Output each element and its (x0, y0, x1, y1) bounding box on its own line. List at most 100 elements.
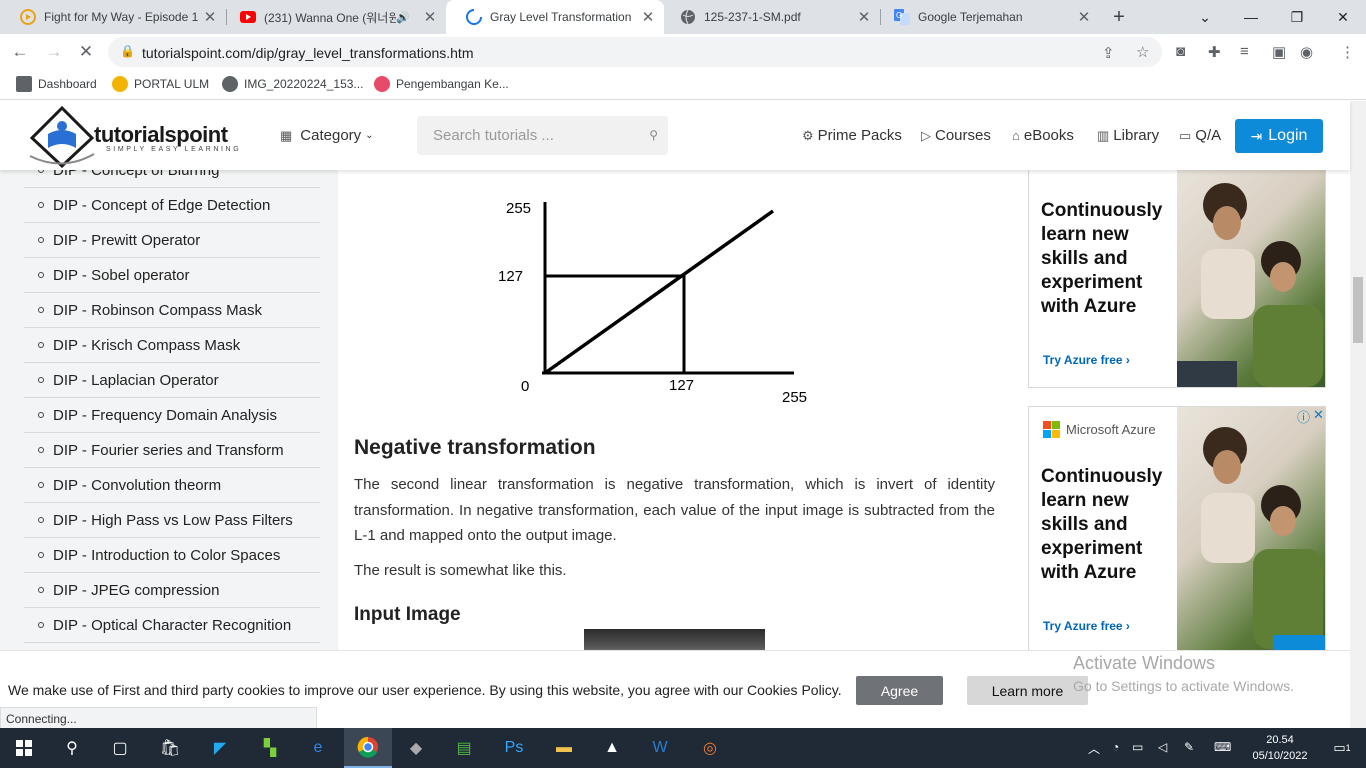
sidebar-item-fourier[interactable]: DIP - Fourier series and Transform (24, 433, 320, 468)
sidebar-item-laplacian[interactable]: DIP - Laplacian Operator (24, 363, 320, 398)
camera-icon[interactable]: ◙ (1176, 43, 1185, 60)
vscode-icon[interactable]: ◤ (196, 728, 244, 768)
app-green-icon[interactable]: ▚ (246, 728, 294, 768)
close-tab-icon[interactable]: ✕ (200, 8, 220, 26)
chrome-taskbar-icon[interactable] (344, 728, 392, 768)
sidebar-item-color-spaces[interactable]: DIP - Introduction to Color Spaces (24, 538, 320, 573)
photos-icon[interactable]: ▲ (588, 728, 636, 768)
notification-center-button[interactable]: ▭ 1 (1318, 728, 1366, 768)
cookie-message: We make use of First and third party coo… (8, 682, 842, 698)
bookmark-portal-ulm[interactable]: PORTAL ULM (112, 76, 209, 92)
extensions-icon[interactable]: ✚ (1208, 43, 1221, 61)
edge-icon[interactable]: e (294, 728, 342, 768)
site-header: tutorialspoint SIMPLY EASY LEARNING ▦ Ca… (0, 101, 1350, 170)
try-azure-link[interactable]: Try Azure free › (1043, 353, 1130, 367)
close-tab-icon[interactable]: ✕ (1074, 8, 1094, 26)
new-tab-button[interactable]: + (1106, 6, 1132, 28)
store-icon[interactable]: 🛍 (146, 728, 194, 768)
learn-more-button[interactable]: Learn more (967, 676, 1088, 705)
forward-button[interactable]: → (40, 38, 68, 66)
back-button[interactable]: ← (6, 38, 34, 66)
login-button[interactable]: ⇥ Login (1235, 119, 1323, 153)
word-icon[interactable]: W (636, 728, 684, 768)
side-panel-icon[interactable]: ▣ (1272, 43, 1286, 61)
sidebar-item-sobel[interactable]: DIP - Sobel operator (24, 258, 320, 293)
sidebar-item-edge-detection[interactable]: DIP - Concept of Edge Detection (24, 188, 320, 223)
sidebar-item-frequency-domain[interactable]: DIP - Frequency Domain Analysis (24, 398, 320, 433)
search-icon[interactable]: ⚲ (649, 128, 658, 142)
azure-ad-2[interactable]: Microsoft Azure ⓘ ✕ Continuously learn n… (1028, 406, 1326, 650)
scrollbar-thumb[interactable] (1353, 277, 1363, 343)
sidebar-item-jpeg[interactable]: DIP - JPEG compression (24, 573, 320, 608)
close-tab-icon[interactable]: ✕ (638, 8, 658, 26)
sidebar-item-high-low-pass[interactable]: DIP - High Pass vs Low Pass Filters (24, 503, 320, 538)
pen-icon[interactable]: ✎ (1184, 740, 1194, 754)
tab-search-button[interactable]: ⌄ (1182, 0, 1228, 34)
azure-ad-1[interactable]: Continuously learn new skills and experi… (1028, 170, 1326, 388)
x-end-label: 255 (782, 389, 807, 406)
photoshop-icon[interactable]: Ps (490, 728, 538, 768)
tab-fight-for-my-way[interactable]: Fight for My Way - Episode 1 ✕ (0, 0, 226, 34)
audio-playing-icon[interactable]: 🔊 (396, 11, 410, 24)
spreadsheet-icon[interactable]: ▤ (440, 728, 488, 768)
network-icon[interactable]: ◔ (1112, 740, 1119, 754)
nav-prime-packs[interactable]: ⚙ Prime Packs (802, 127, 902, 144)
sidebar-item-ocr[interactable]: DIP - Optical Character Recognition (24, 608, 320, 643)
stop-loading-button[interactable]: ✕ (72, 38, 100, 66)
paragraph-result: The result is somewhat like this. (354, 562, 567, 579)
page-scrollbar[interactable] (1350, 101, 1366, 728)
bookmark-pengembangan[interactable]: Pengembangan Ke... (374, 76, 509, 92)
bookmark-dashboard[interactable]: Dashboard (16, 76, 97, 92)
tab-google-translate[interactable]: G Google Terjemahan ✕ (874, 0, 1100, 34)
file-explorer-icon[interactable]: ▬ (540, 728, 588, 768)
tab-gray-level-transformation[interactable]: Gray Level Transformation ✕ (446, 0, 664, 34)
sidebar-item-prewitt[interactable]: DIP - Prewitt Operator (24, 223, 320, 258)
nav-qa[interactable]: ▭ Q/A (1179, 127, 1221, 144)
battery-icon[interactable]: ▭ (1132, 740, 1143, 754)
profile-icon[interactable]: ◉ (1300, 43, 1313, 61)
task-view-button[interactable]: ▢ (96, 728, 144, 768)
search-box[interactable]: ⚲ (417, 116, 668, 155)
restore-button[interactable]: ❐ (1274, 0, 1320, 34)
app-dark-icon[interactable]: ◆ (392, 728, 440, 768)
tab-pdf[interactable]: 125-237-1-SM.pdf ✕ (660, 0, 880, 34)
tray-chevron-icon[interactable]: ︿ (1088, 740, 1100, 757)
bookmark-img[interactable]: IMG_20220224_153... (222, 76, 363, 92)
sidebar-item-krisch[interactable]: DIP - Krisch Compass Mask (24, 328, 320, 363)
clock-time: 20.54 (1266, 734, 1294, 746)
close-window-button[interactable]: ✕ (1320, 0, 1366, 34)
tutorialspoint-logo[interactable]: tutorialspoint SIMPLY EASY LEARNING (28, 104, 264, 168)
lock-icon[interactable]: 🔒 (120, 44, 135, 58)
sidebar-item-robinson[interactable]: DIP - Robinson Compass Mask (24, 293, 320, 328)
ad-close-icon[interactable]: ✕ (1313, 407, 1324, 423)
volume-icon[interactable]: ◁ (1158, 740, 1167, 754)
close-tab-icon[interactable]: ✕ (420, 8, 440, 26)
search-taskbar-button[interactable]: ⚲ (48, 728, 96, 768)
nav-ebooks[interactable]: ⌂ eBooks (1012, 127, 1074, 144)
clock[interactable]: 20.54 05/10/2022 (1250, 732, 1310, 764)
play-icon: ▷ (921, 127, 931, 143)
tab-wanna-one[interactable]: (231) Wanna One (워너원 🔊 ✕ (220, 0, 446, 34)
bookmark-star-icon[interactable]: ☆ (1136, 43, 1149, 61)
nav-library[interactable]: ▥ Library (1097, 127, 1159, 144)
search-input[interactable] (417, 116, 637, 155)
keyboard-icon[interactable]: ⌨ (1214, 740, 1231, 754)
adchoices-info-icon[interactable]: ⓘ (1297, 407, 1310, 426)
windows-logo-icon (16, 740, 32, 756)
close-tab-icon[interactable]: ✕ (854, 8, 874, 26)
start-button[interactable] (0, 728, 48, 768)
agree-button[interactable]: Agree (856, 676, 943, 705)
sidebar-item-blurring[interactable]: DIP - Concept of Blurring (24, 170, 320, 188)
try-azure-link[interactable]: Try Azure free › (1043, 619, 1130, 633)
tab-title: Fight for My Way - Episode 1 (44, 10, 199, 24)
tab-title: Google Terjemahan (918, 10, 1023, 24)
app-orange-icon[interactable]: ◎ (686, 728, 734, 768)
minimize-button[interactable]: — (1228, 0, 1274, 34)
category-menu[interactable]: ▦ Category ⌄ (280, 127, 374, 144)
media-queue-icon[interactable]: ≡ (1240, 43, 1249, 60)
menu-kebab-icon[interactable]: ⋮ (1340, 43, 1355, 61)
share-icon[interactable]: ⇪ (1102, 44, 1115, 62)
address-bar[interactable]: 🔒 tutorialspoint.com/dip/gray_level_tran… (108, 37, 1162, 67)
sidebar-item-convolution[interactable]: DIP - Convolution theorm (24, 468, 320, 503)
nav-courses[interactable]: ▷ Courses (921, 127, 991, 144)
